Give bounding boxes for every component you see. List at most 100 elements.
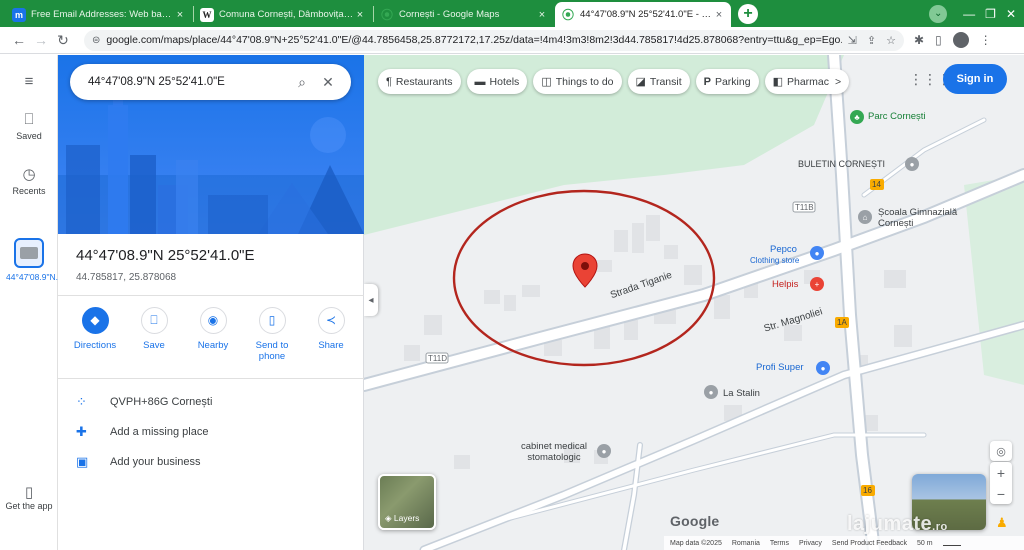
recent-place-button[interactable]: 44°47'08.9"N... <box>6 238 63 282</box>
tab-active-coordinates[interactable]: ⦿ 44°47'08.9"N 25°52'41.0"E - Goo × <box>555 2 731 27</box>
nearby-button[interactable]: ◉ Nearby <box>186 307 240 362</box>
reload-icon[interactable]: ↻ <box>52 32 74 49</box>
shopping-bag-icon[interactable]: ● <box>810 246 824 260</box>
directions-label: Directions <box>73 340 117 351</box>
park-poi-icon[interactable]: ♣ <box>850 110 864 124</box>
poi-label-helpis[interactable]: Helpis <box>772 279 798 290</box>
search-input[interactable]: 44°47'08.9"N 25°52'41.0"E <box>88 76 289 88</box>
chip-restaurants[interactable]: ¶ Restaurants <box>378 69 461 94</box>
map-canvas[interactable]: 14 1A 16 T11B T11D Strada Tiganie Str. M… <box>364 55 1024 550</box>
pegman-icon[interactable]: ♟ <box>996 515 1008 531</box>
watermark-suffix: .ro <box>932 521 948 533</box>
toolbar-right: ✱ ▯ ⋮ <box>914 32 992 48</box>
poi-label-scoala[interactable]: Școala Gimnazială Cornești <box>878 207 964 229</box>
zoom-out-button[interactable]: − <box>990 483 1012 504</box>
minimize-icon[interactable]: — <box>963 7 975 21</box>
region-link[interactable]: Romania <box>732 540 760 547</box>
government-poi-icon[interactable]: ● <box>905 157 919 171</box>
tab-cornesti-maps[interactable]: ⦿ Cornești - Google Maps × <box>374 2 554 27</box>
send-to-phone-icon: ▯ <box>258 307 286 334</box>
site-info-icon[interactable]: ⊜ <box>92 35 100 46</box>
chip-parking[interactable]: P Parking <box>695 69 759 94</box>
install-app-icon[interactable]: ⇲ <box>848 34 857 47</box>
maximize-icon[interactable]: ❐ <box>985 7 996 21</box>
bookmark-star-icon[interactable]: ☆ <box>886 34 896 47</box>
chip-things-to-do[interactable]: ◫ Things to do <box>533 69 622 94</box>
share-page-icon[interactable]: ⇪ <box>867 34 876 47</box>
tab-close-icon[interactable]: × <box>536 9 548 21</box>
poi-label-buletin[interactable]: BULETIN CORNEȘTI <box>798 159 885 169</box>
watermark-text: lajumate <box>847 513 933 535</box>
chips-scroll-right-icon[interactable]: > <box>835 76 841 88</box>
zoom-control: + − <box>990 462 1012 504</box>
grocery-poi-icon[interactable]: ● <box>816 361 830 375</box>
forward-arrow-icon[interactable]: → <box>30 32 52 48</box>
directions-button[interactable]: ◆ Directions <box>68 307 122 362</box>
url-text: google.com/maps/place/44°47'08.9"N+25°52… <box>106 34 842 46</box>
restaurant-icon: ¶ <box>386 75 392 88</box>
map-footer: Map data ©2025 Romania Terms Privacy Sen… <box>664 536 1024 550</box>
plus-code-icon: ⁘ <box>76 394 87 409</box>
side-panel-icon[interactable]: ▯ <box>935 33 942 47</box>
poi-label-stalin[interactable]: La Stalin <box>723 388 760 399</box>
extensions-puzzle-icon[interactable]: ✱ <box>914 33 924 47</box>
privacy-link[interactable]: Privacy <box>799 540 822 547</box>
save-button[interactable]: ⎕ Save <box>127 307 181 362</box>
feedback-link[interactable]: Send Product Feedback <box>832 540 907 547</box>
send-to-phone-button[interactable]: ▯ Send to phone <box>245 307 299 362</box>
my-location-button[interactable]: ◎ <box>990 441 1012 461</box>
tab-close-icon[interactable]: × <box>713 9 725 21</box>
get-app-label: Get the app <box>5 501 53 511</box>
tab-search-icon[interactable]: ⌄ <box>929 4 948 23</box>
terms-link[interactable]: Terms <box>770 540 789 547</box>
tab-close-icon[interactable]: × <box>174 9 186 21</box>
address-bar[interactable]: ⊜ google.com/maps/place/44°47'08.9"N+25°… <box>84 29 904 51</box>
poi-label-profi[interactable]: Profi Super <box>756 362 804 373</box>
chip-hotels[interactable]: ▬ Hotels <box>466 69 528 94</box>
menu-button[interactable]: ≡ <box>0 73 58 93</box>
layers-button[interactable]: ◈ Layers <box>378 474 436 530</box>
dentist-poi-icon[interactable]: ● <box>597 444 611 458</box>
clear-search-icon[interactable]: ✕ <box>315 74 341 91</box>
add-business-row[interactable]: ▣ Add your business <box>76 454 201 470</box>
poi-label-cabinet[interactable]: cabinet medical stomatologic <box>514 441 594 463</box>
location-pin-icon[interactable] <box>572 253 598 288</box>
new-tab-button[interactable]: + <box>738 4 758 24</box>
chip-label: Restaurants <box>395 75 453 88</box>
plus-code-row[interactable]: ⁘ QVPH+86G Cornești <box>76 394 212 410</box>
close-window-icon[interactable]: ✕ <box>1006 7 1016 21</box>
pharmacy-poi-icon[interactable]: + <box>810 277 824 291</box>
poi-label-pepco[interactable]: Pepco <box>770 244 797 255</box>
place-poi-icon[interactable]: ● <box>704 385 718 399</box>
search-icon[interactable]: ⌕ <box>289 74 315 91</box>
place-actions: ◆ Directions ⎕ Save ◉ Nearby ▯ Send to p… <box>68 307 358 362</box>
collapse-panel-button[interactable]: ◂ <box>364 284 378 316</box>
tab-title: Cornești - Google Maps <box>399 9 500 20</box>
tab-free-email[interactable]: m Free Email Addresses: Web based × <box>6 2 192 27</box>
school-poi-icon[interactable]: ⌂ <box>858 210 872 224</box>
chip-transit[interactable]: ◪ Transit <box>627 69 690 94</box>
tab-wikipedia[interactable]: W Comuna Cornești, Dâmbovița - W × <box>194 2 372 27</box>
layers-label: ◈ Layers <box>385 513 419 524</box>
chip-pharmacies[interactable]: ◧ Pharmac > <box>764 69 850 94</box>
sign-in-button[interactable]: Sign in <box>943 64 1007 94</box>
recents-button[interactable]: ◷ Recents <box>0 165 58 196</box>
tab-close-icon[interactable]: × <box>354 9 366 21</box>
saved-button[interactable]: ⎕ Saved <box>0 111 58 141</box>
route-1a-label: 1A <box>837 318 847 327</box>
maps-favicon-icon: ⦿ <box>380 8 393 22</box>
back-arrow-icon[interactable]: ← <box>8 32 30 48</box>
add-business-text: Add your business <box>110 456 201 468</box>
add-missing-place-row[interactable]: ✚ Add a missing place <box>76 424 208 440</box>
scale-label[interactable]: 50 m <box>917 540 933 547</box>
get-app-button[interactable]: ▯ Get the app <box>0 485 58 512</box>
poi-label-parc[interactable]: Parc Cornești <box>868 111 926 122</box>
recents-label: Recents <box>12 186 46 196</box>
profile-avatar[interactable] <box>952 32 969 48</box>
plus-code-text: QVPH+86G Cornești <box>110 396 213 408</box>
search-box[interactable]: 44°47'08.9"N 25°52'41.0"E ⌕ ✕ <box>70 64 351 100</box>
browser-menu-icon[interactable]: ⋮ <box>980 33 992 47</box>
share-button[interactable]: ≺ Share <box>304 307 358 362</box>
place-coordinates: 44.785817, 25.878068 <box>76 272 177 283</box>
zoom-in-button[interactable]: + <box>990 462 1012 483</box>
